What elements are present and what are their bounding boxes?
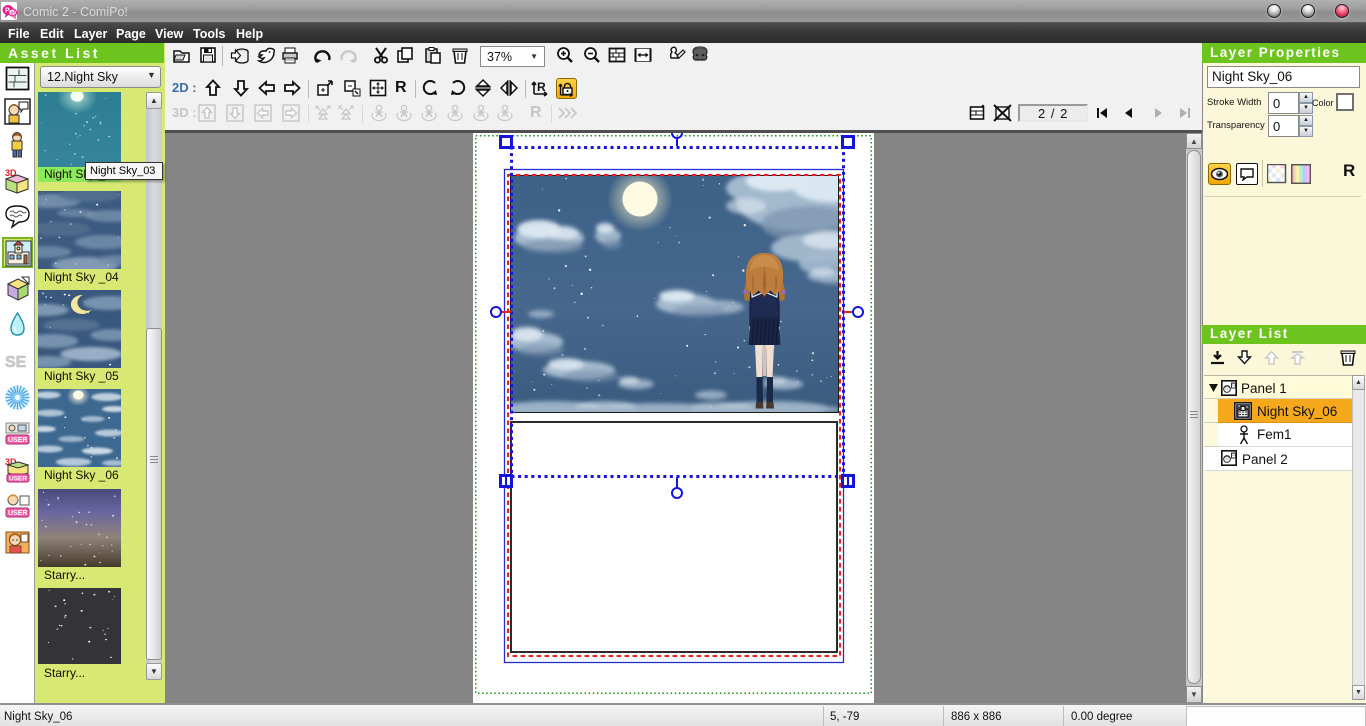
svg-text:USER: USER: [9, 476, 27, 483]
svg-text:USER: USER: [8, 510, 27, 517]
svg-text:o!: o!: [11, 11, 16, 17]
svg-text:P: P: [5, 8, 10, 15]
svg-text:USER: USER: [8, 437, 27, 444]
svg-text:SE: SE: [5, 354, 27, 371]
